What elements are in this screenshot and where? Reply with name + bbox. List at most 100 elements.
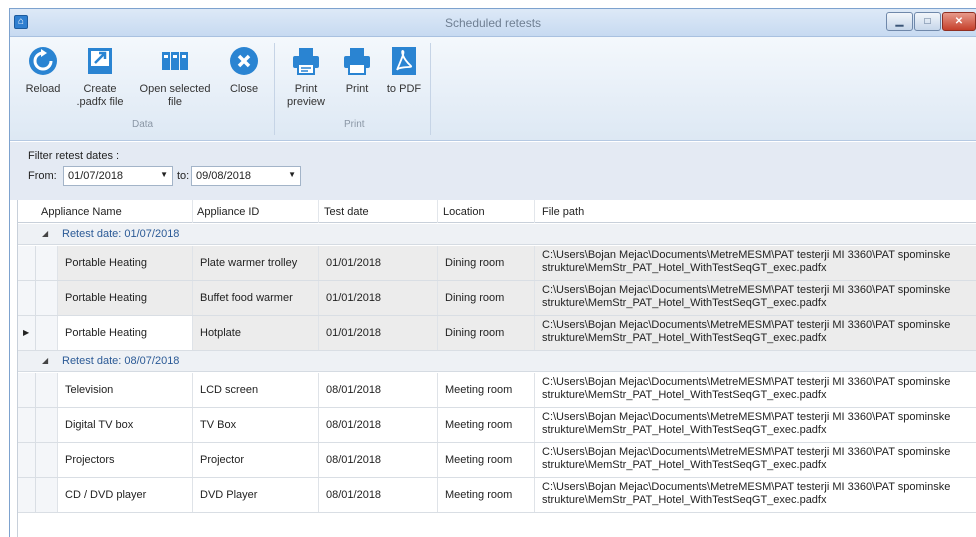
maximize-icon: □ bbox=[924, 16, 931, 27]
title-bar[interactable]: ⌂ Scheduled retests ▁ □ ✕ bbox=[10, 9, 976, 37]
cell-appliance-id: DVD Player bbox=[192, 478, 318, 512]
cell-appliance-id: Hotplate bbox=[192, 316, 318, 350]
cell-text: 08/01/2018 bbox=[326, 489, 382, 501]
print-button[interactable]: Print bbox=[336, 45, 378, 96]
table-row[interactable]: Television LCD screen 08/01/2018 Meeting… bbox=[18, 373, 976, 408]
cell-appliance-name: Digital TV box bbox=[57, 408, 192, 442]
row-indent bbox=[36, 316, 57, 350]
collapse-icon[interactable]: ◢ bbox=[42, 356, 48, 365]
cell-text: DVD Player bbox=[200, 489, 258, 501]
cell-text: Dining room bbox=[445, 327, 505, 339]
cell-text: Dining room bbox=[445, 292, 505, 304]
cell-text: C:\Users\Bojan Mejac\Documents\MetreMESM… bbox=[542, 446, 951, 471]
row-selector[interactable] bbox=[18, 281, 36, 315]
cell-text: TV Box bbox=[200, 419, 237, 431]
cell-text: Digital TV box bbox=[65, 419, 134, 431]
printer-icon bbox=[341, 45, 373, 77]
cell-text: Portable Heating bbox=[65, 257, 147, 269]
cell-text: 01/01/2018 bbox=[326, 327, 382, 339]
cell-appliance-id: Buffet food warmer bbox=[192, 281, 318, 315]
cell-text: Plate warmer trolley bbox=[200, 257, 298, 269]
scheduled-retests-window: ⌂ Scheduled retests ▁ □ ✕ Reload Create … bbox=[9, 8, 976, 537]
cell-location: Meeting room bbox=[437, 408, 534, 442]
maximize-button[interactable]: □ bbox=[914, 12, 941, 31]
cell-text: 08/01/2018 bbox=[326, 454, 382, 466]
cell-text: Meeting room bbox=[445, 384, 513, 396]
cell-text: Television bbox=[65, 384, 114, 396]
column-divider[interactable] bbox=[318, 200, 319, 223]
cell-appliance-name: Portable Heating bbox=[57, 246, 192, 280]
table-row[interactable]: Portable Heating Buffet food warmer 01/0… bbox=[18, 281, 976, 316]
reload-button[interactable]: Reload bbox=[18, 45, 68, 96]
retests-grid: Appliance Name Appliance ID Test date Lo… bbox=[17, 200, 976, 537]
cell-file-path: C:\Users\Bojan Mejac\Documents\MetreMESM… bbox=[534, 246, 976, 280]
group-row[interactable]: ◢ Retest date: 01/07/2018 bbox=[18, 224, 976, 245]
group-separator bbox=[430, 43, 431, 135]
to-pdf-button[interactable]: to PDF bbox=[382, 45, 426, 96]
print-label: Print bbox=[345, 83, 369, 95]
cell-file-path: C:\Users\Bojan Mejac\Documents\MetreMESM… bbox=[534, 408, 976, 442]
cell-text: Meeting room bbox=[445, 419, 513, 431]
cell-text: Portable Heating bbox=[65, 292, 147, 304]
to-date-picker[interactable]: 09/08/2018 ▼ bbox=[191, 166, 301, 186]
column-header-appliance-id[interactable]: Appliance ID bbox=[197, 206, 259, 218]
cell-test-date: 08/01/2018 bbox=[318, 373, 437, 407]
to-date-value: 09/08/2018 bbox=[196, 170, 252, 182]
cell-text: C:\Users\Bojan Mejac\Documents\MetreMESM… bbox=[542, 319, 951, 344]
group-row[interactable]: ◢ Retest date: 08/07/2018 bbox=[18, 351, 976, 372]
column-header-file-path[interactable]: File path bbox=[542, 206, 584, 218]
column-divider[interactable] bbox=[192, 200, 193, 223]
cell-test-date: 08/01/2018 bbox=[318, 478, 437, 512]
cell-file-path: C:\Users\Bojan Mejac\Documents\MetreMESM… bbox=[534, 281, 976, 315]
group-label: Retest date: 01/07/2018 bbox=[62, 228, 180, 240]
row-indent bbox=[36, 373, 57, 407]
cell-test-date: 01/01/2018 bbox=[318, 281, 437, 315]
cell-text: LCD screen bbox=[200, 384, 259, 396]
table-row-selected[interactable]: ▶ Portable Heating Hotplate 01/01/2018 D… bbox=[18, 316, 976, 351]
table-row[interactable]: Digital TV box TV Box 08/01/2018 Meeting… bbox=[18, 408, 976, 443]
table-row[interactable]: Projectors Projector 08/01/2018 Meeting … bbox=[18, 443, 976, 478]
row-selector[interactable] bbox=[18, 373, 36, 407]
export-icon bbox=[84, 45, 116, 77]
column-header-location[interactable]: Location bbox=[443, 206, 485, 218]
cell-location: Dining room bbox=[437, 246, 534, 280]
close-label: Close bbox=[229, 83, 259, 95]
column-header-test-date[interactable]: Test date bbox=[324, 206, 369, 218]
row-selector[interactable] bbox=[18, 443, 36, 477]
collapse-icon[interactable]: ◢ bbox=[42, 229, 48, 238]
cell-file-path: C:\Users\Bojan Mejac\Documents\MetreMESM… bbox=[534, 478, 976, 512]
open-selected-file-button[interactable]: Open selected file bbox=[132, 45, 218, 109]
cell-text: 08/01/2018 bbox=[326, 384, 382, 396]
cell-text: Projector bbox=[200, 454, 245, 466]
column-divider[interactable] bbox=[534, 200, 535, 223]
cell-location: Dining room bbox=[437, 316, 534, 350]
print-preview-button[interactable]: Print preview bbox=[282, 45, 330, 109]
from-date-value: 01/07/2018 bbox=[68, 170, 124, 182]
cell-test-date: 01/01/2018 bbox=[318, 246, 437, 280]
row-selector[interactable]: ▶ bbox=[18, 316, 36, 350]
cell-test-date: 08/01/2018 bbox=[318, 443, 437, 477]
row-indent bbox=[36, 246, 57, 280]
column-header-appliance-name[interactable]: Appliance Name bbox=[41, 206, 122, 218]
open-file-icon bbox=[159, 45, 191, 77]
cell-appliance-id: Projector bbox=[192, 443, 318, 477]
minimize-button[interactable]: ▁ bbox=[886, 12, 913, 31]
row-selector[interactable] bbox=[18, 246, 36, 280]
column-divider[interactable] bbox=[437, 200, 438, 223]
group-label-print: Print bbox=[344, 119, 365, 130]
cell-appliance-id: TV Box bbox=[192, 408, 318, 442]
from-date-picker[interactable]: 01/07/2018 ▼ bbox=[63, 166, 173, 186]
row-selector[interactable] bbox=[18, 478, 36, 512]
cell-test-date: 01/01/2018 bbox=[318, 316, 437, 350]
chevron-down-icon[interactable]: ▼ bbox=[288, 170, 296, 179]
cell-appliance-name: Portable Heating bbox=[57, 281, 192, 315]
close-window-button[interactable]: ✕ bbox=[942, 12, 976, 31]
cell-text: Meeting room bbox=[445, 489, 513, 501]
table-row[interactable]: CD / DVD player DVD Player 08/01/2018 Me… bbox=[18, 478, 976, 513]
table-row[interactable]: Portable Heating Plate warmer trolley 01… bbox=[18, 246, 976, 281]
cell-text: C:\Users\Bojan Mejac\Documents\MetreMESM… bbox=[542, 376, 951, 401]
create-padfx-button[interactable]: Create .padfx file bbox=[72, 45, 128, 109]
chevron-down-icon[interactable]: ▼ bbox=[160, 170, 168, 179]
close-button[interactable]: Close bbox=[222, 45, 266, 96]
row-selector[interactable] bbox=[18, 408, 36, 442]
